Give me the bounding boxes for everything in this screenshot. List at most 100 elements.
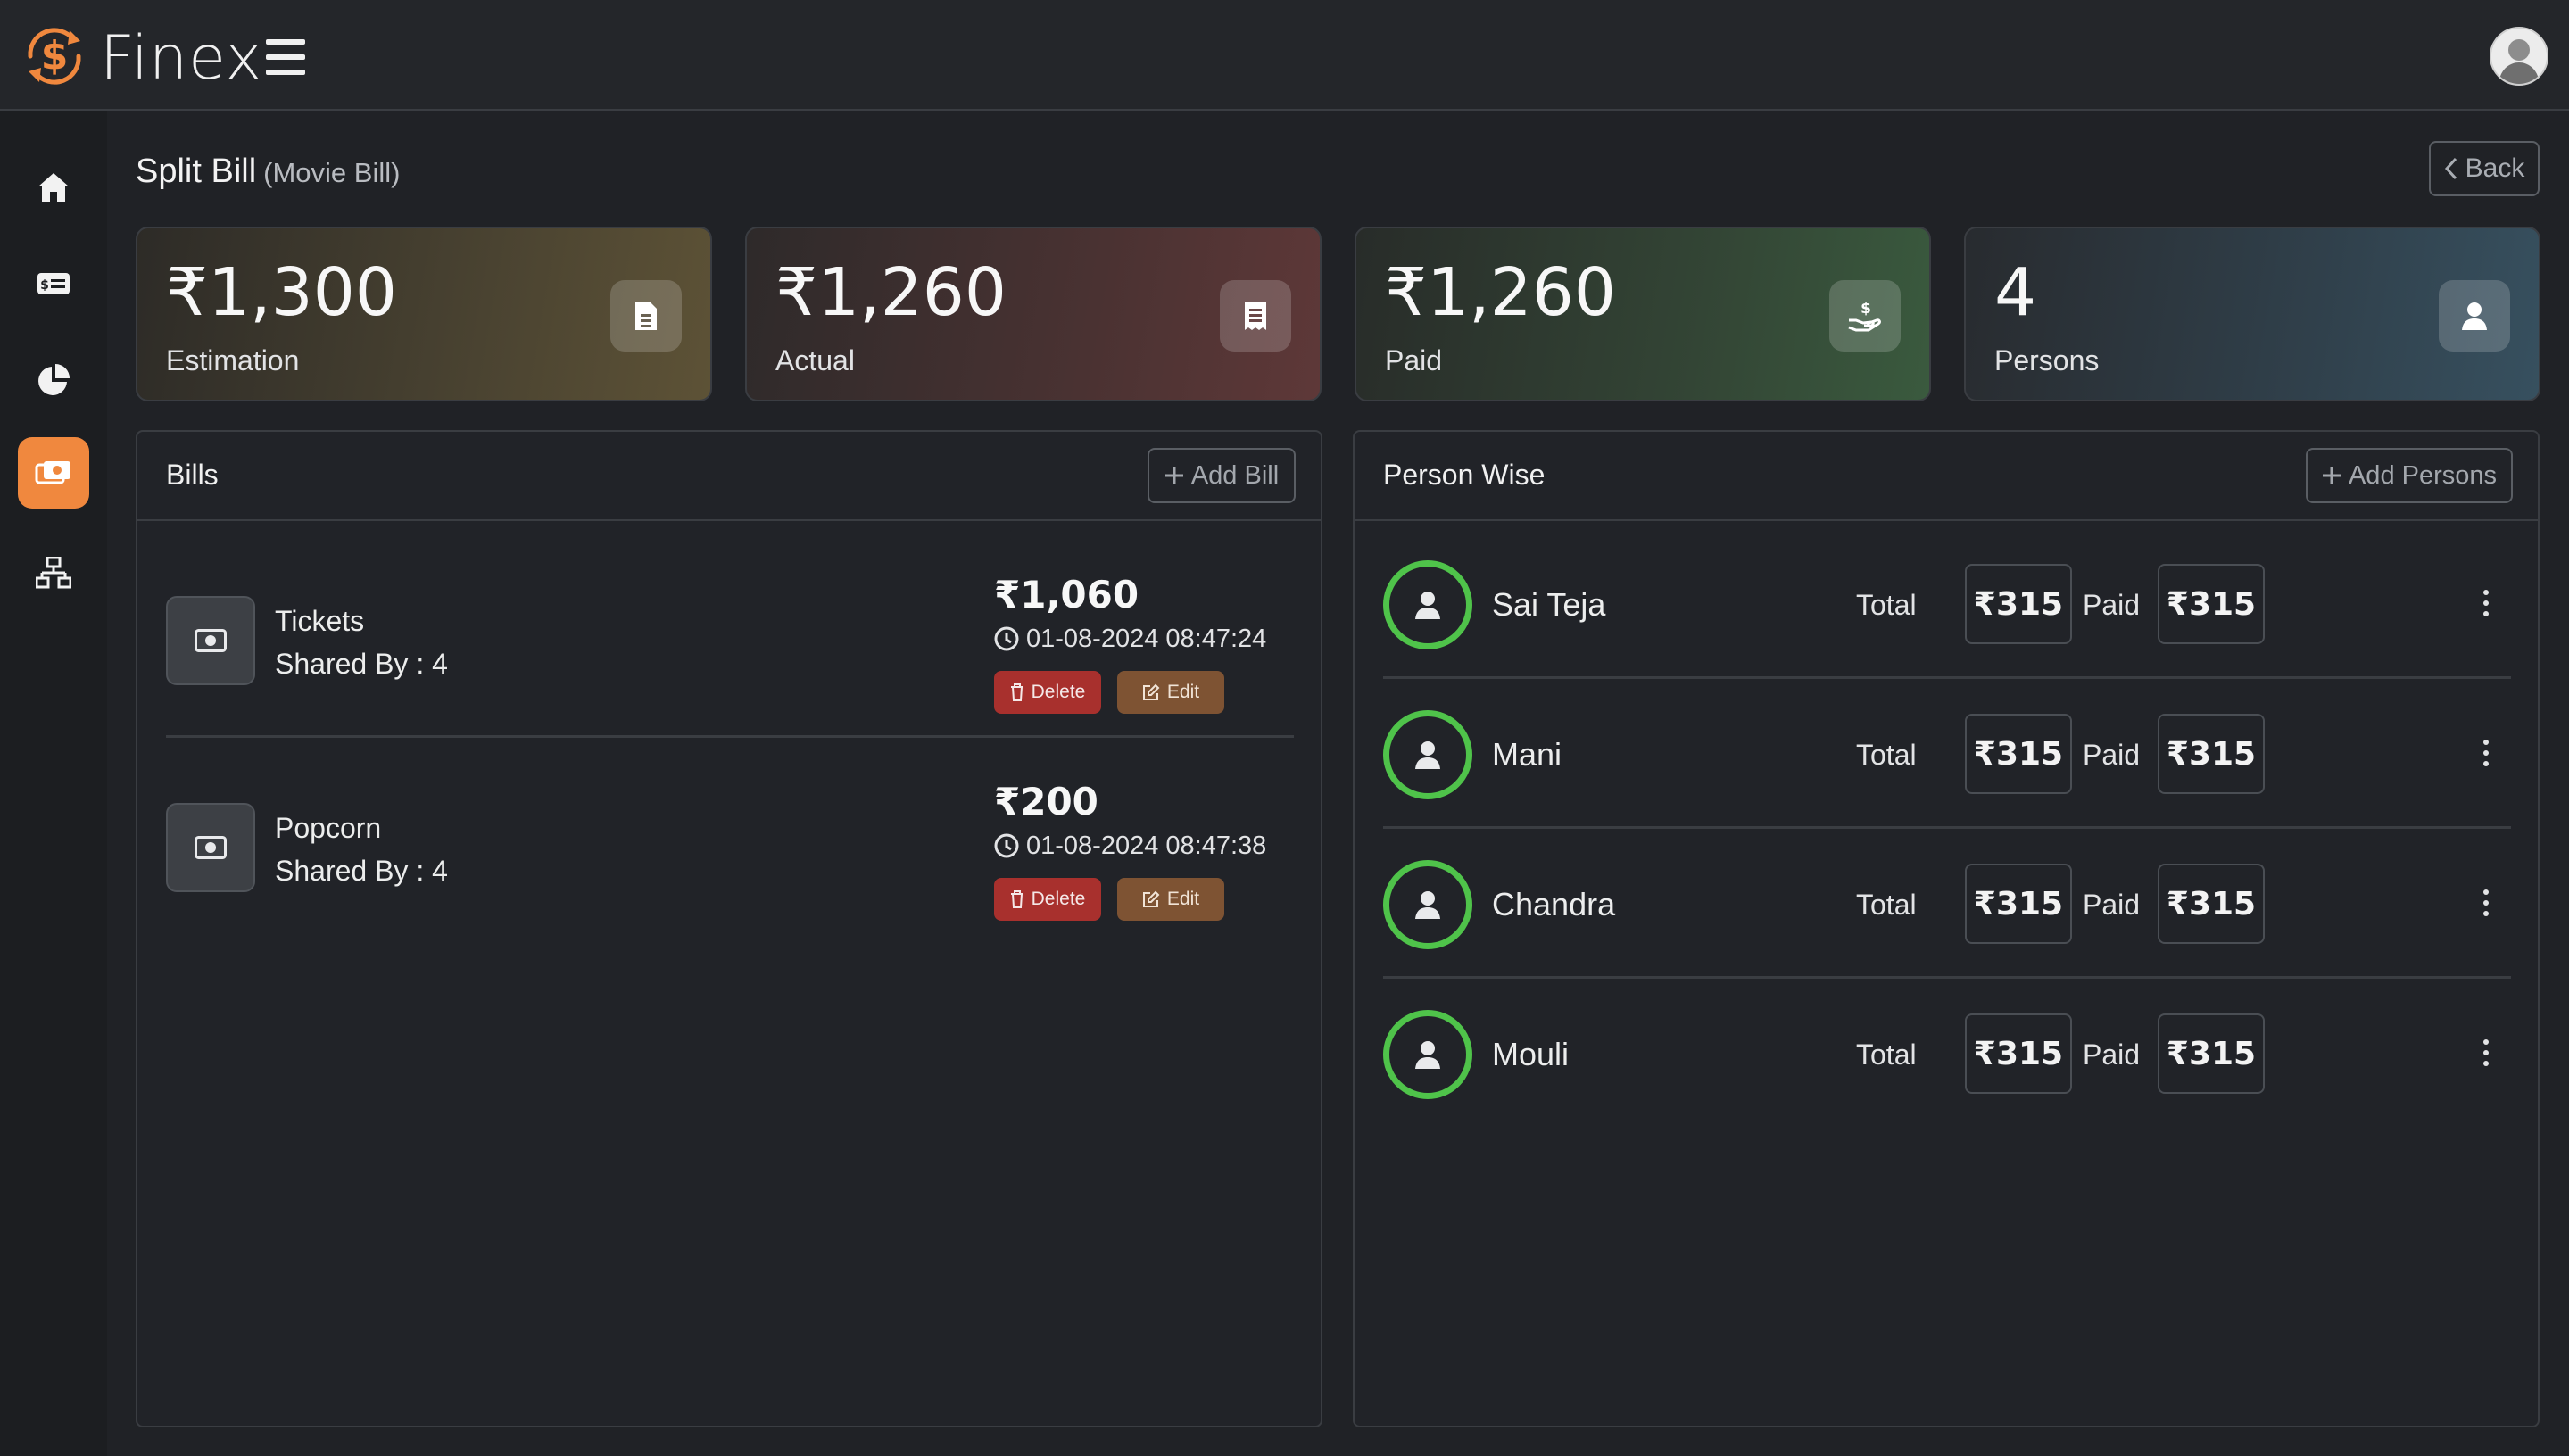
stat-value: ₹1,260 xyxy=(1385,254,1616,331)
person-total: ₹315 xyxy=(1965,864,2072,944)
sitemap-icon xyxy=(36,557,71,589)
delete-label: Delete xyxy=(1031,889,1086,909)
back-button[interactable]: Back xyxy=(2429,141,2540,196)
person-icon xyxy=(2439,280,2510,352)
add-persons-button[interactable]: Add Persons xyxy=(2306,448,2513,503)
delete-label: Delete xyxy=(1031,682,1086,702)
person-paid: ₹315 xyxy=(2158,564,2265,644)
stat-card-persons: 4 Persons xyxy=(1964,227,2540,401)
bill-timestamp: 01-08-2024 08:47:38 xyxy=(994,830,1266,862)
stat-card-paid: ₹1,260 Paid $ xyxy=(1355,227,1931,401)
bill-shared-by: Shared By : 4 xyxy=(275,855,448,887)
cash-icon xyxy=(166,596,255,685)
bills-panel-title: Bills xyxy=(166,459,219,491)
person-row[interactable]: Chandra Total ₹315 Paid ₹315 xyxy=(1383,828,2511,978)
bill-divider xyxy=(166,735,1294,738)
total-label: Total xyxy=(1856,589,1917,621)
person-total: ₹315 xyxy=(1965,564,2072,644)
more-options-icon[interactable] xyxy=(2468,880,2504,926)
trash-icon xyxy=(1010,890,1023,908)
more-options-icon[interactable] xyxy=(2468,1030,2504,1076)
sidebar-item-home[interactable] xyxy=(18,152,89,223)
person-name: Mouli xyxy=(1492,1036,1570,1072)
sidebar-item-split-bill[interactable] xyxy=(18,437,89,509)
person-total: ₹315 xyxy=(1965,714,2072,794)
bills-panel-header: Bills Add Bill xyxy=(137,432,1321,521)
back-button-label: Back xyxy=(2465,153,2525,183)
stat-label: Paid xyxy=(1385,344,1443,376)
svg-text:$: $ xyxy=(1860,300,1871,318)
profile-photo-icon xyxy=(2491,29,2547,84)
sidebar-item-reports[interactable] xyxy=(18,344,89,416)
bill-item[interactable]: Popcorn Shared By : 4 ₹200 01-08-2024 08… xyxy=(166,739,1294,946)
svg-text:$: $ xyxy=(40,278,49,293)
total-label: Total xyxy=(1856,1038,1917,1071)
person-wise-panel: Person Wise Add Persons Sai Teja Total ₹… xyxy=(1353,430,2540,1427)
bill-amount: ₹1,060 xyxy=(994,573,1139,616)
edit-bill-button[interactable]: Edit xyxy=(1117,878,1224,921)
person-row[interactable]: Mani Total ₹315 Paid ₹315 xyxy=(1383,678,2511,828)
page-title: Split Bill (Movie Bill) xyxy=(136,146,400,198)
chevron-left-icon xyxy=(2444,157,2457,180)
user-avatar[interactable] xyxy=(2490,27,2548,86)
finex-logo-icon[interactable]: $ xyxy=(18,20,91,93)
person-row[interactable]: Mouli Total ₹315 Paid ₹315 xyxy=(1383,978,2511,1128)
edit-label: Edit xyxy=(1166,889,1200,909)
split-bill-icon xyxy=(35,461,70,484)
stat-card-estimation: ₹1,300 Estimation xyxy=(136,227,712,401)
total-label: Total xyxy=(1856,889,1917,921)
page-subtitle: (Movie Bill) xyxy=(263,157,401,188)
stat-label: Estimation xyxy=(166,344,300,376)
person-avatar-icon xyxy=(1383,1010,1472,1099)
home-icon xyxy=(38,173,69,202)
more-options-icon[interactable] xyxy=(2468,580,2504,626)
svg-text:$: $ xyxy=(41,33,69,79)
cash-icon xyxy=(166,803,255,892)
bill-shared-by: Shared By : 4 xyxy=(275,648,448,680)
stat-card-actual: ₹1,260 Actual xyxy=(745,227,1322,401)
plus-icon xyxy=(2322,467,2341,484)
more-options-icon[interactable] xyxy=(2468,730,2504,776)
person-avatar-icon xyxy=(1383,860,1472,949)
person-paid: ₹315 xyxy=(2158,864,2265,944)
paid-label: Paid xyxy=(2083,889,2141,921)
stat-label: Persons xyxy=(1994,344,2100,376)
bill-name: Tickets xyxy=(275,605,365,637)
bills-panel: Bills Add Bill Tickets Shared By : 4 ₹1,… xyxy=(136,430,1322,1427)
person-name: Mani xyxy=(1492,736,1562,773)
delete-bill-button[interactable]: Delete xyxy=(994,878,1101,921)
sidebar: $ xyxy=(0,111,107,1456)
stat-value: ₹1,260 xyxy=(775,254,1007,331)
total-label: Total xyxy=(1856,739,1917,771)
hand-dollar-icon: $ xyxy=(1829,280,1901,352)
edit-bill-button[interactable]: Edit xyxy=(1117,671,1224,714)
trash-icon xyxy=(1010,683,1023,701)
person-paid: ₹315 xyxy=(2158,714,2265,794)
add-persons-label: Add Persons xyxy=(2348,460,2498,490)
person-paid: ₹315 xyxy=(2158,1013,2265,1094)
app-name[interactable]: Finex xyxy=(100,23,262,95)
document-icon xyxy=(610,280,682,352)
add-bill-button[interactable]: Add Bill xyxy=(1148,448,1296,503)
person-panel-title: Person Wise xyxy=(1383,459,1546,491)
sidebar-item-transactions[interactable]: $ xyxy=(18,248,89,319)
bill-timestamp: 01-08-2024 08:47:24 xyxy=(994,623,1266,655)
delete-bill-button[interactable]: Delete xyxy=(994,671,1101,714)
bill-time-text: 01-08-2024 08:47:24 xyxy=(1026,625,1267,653)
stat-label: Actual xyxy=(775,344,855,376)
person-name: Chandra xyxy=(1492,886,1616,922)
sidebar-item-network[interactable] xyxy=(18,537,89,608)
hamburger-menu-icon[interactable] xyxy=(266,39,305,75)
person-avatar-icon xyxy=(1383,710,1472,799)
person-panel-header: Person Wise Add Persons xyxy=(1355,432,2538,521)
top-navbar: $ Finex xyxy=(0,0,2569,111)
paid-label: Paid xyxy=(2083,1038,2141,1071)
stat-value: ₹1,300 xyxy=(166,254,397,331)
pie-chart-icon xyxy=(38,364,70,395)
paid-label: Paid xyxy=(2083,739,2141,771)
person-name: Sai Teja xyxy=(1492,586,1606,623)
bill-item[interactable]: Tickets Shared By : 4 ₹1,060 01-08-2024 … xyxy=(166,532,1294,739)
person-row[interactable]: Sai Teja Total ₹315 Paid ₹315 xyxy=(1383,528,2511,678)
paid-label: Paid xyxy=(2083,589,2141,621)
receipt-icon xyxy=(1220,280,1291,352)
